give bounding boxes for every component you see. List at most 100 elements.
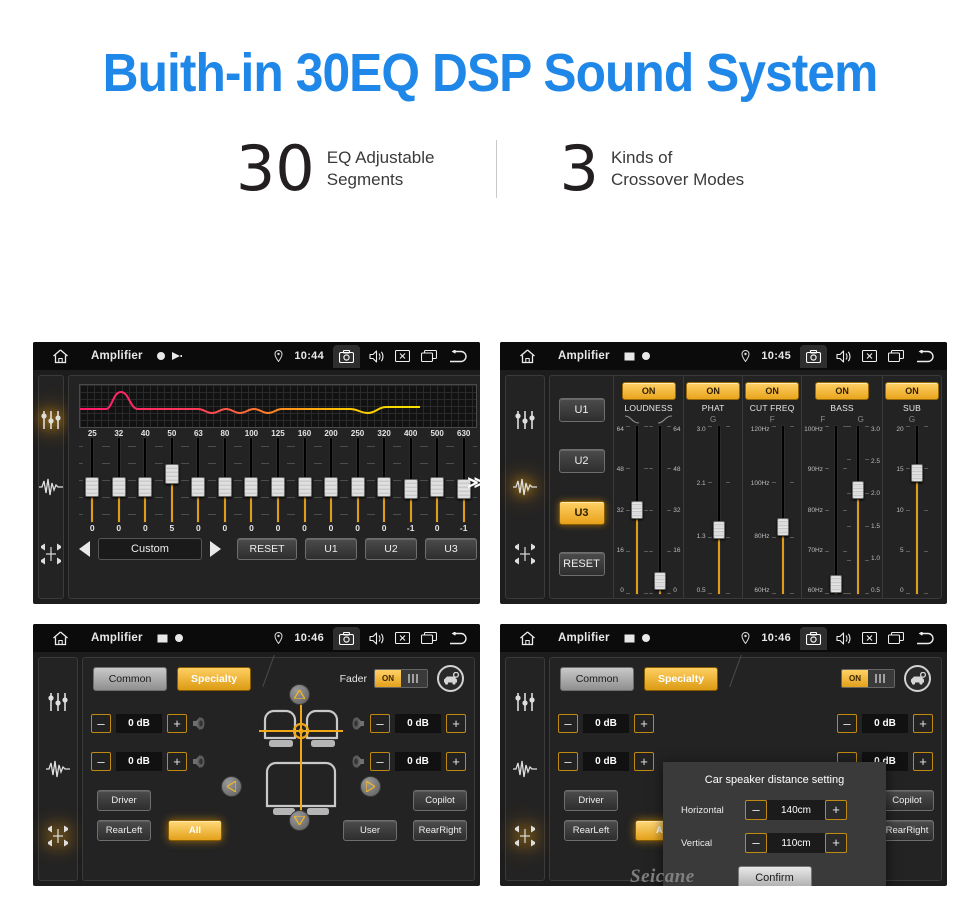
toggle-on-button[interactable]: ON [686,382,741,400]
preset-next-button[interactable] [210,541,221,557]
db-minus-button[interactable]: – [837,714,857,733]
home-icon[interactable] [43,631,77,646]
eq-band-slider[interactable] [423,438,451,522]
eq-band-slider[interactable] [132,438,159,522]
fader-toggle[interactable]: ON [374,669,428,688]
toggle-on-button[interactable]: ON [745,382,800,400]
home-icon[interactable] [43,349,77,364]
crossover-slider[interactable]: 120Hz 100Hz 80Hz 60Hz [751,426,794,594]
eq-knob[interactable] [350,476,365,497]
vertical-plus-button[interactable]: + [825,833,847,853]
confirm-button[interactable]: Confirm [737,866,812,886]
seat-button-driver[interactable]: Driver [564,790,618,811]
camera-icon[interactable] [800,344,827,368]
camera-icon[interactable] [800,626,827,650]
home-icon[interactable] [510,631,544,646]
volume-icon[interactable] [836,631,851,645]
close-icon[interactable] [395,350,410,362]
balance-icon[interactable] [514,825,536,847]
eq-knob[interactable] [430,476,445,497]
slider-knob[interactable] [712,521,725,540]
preset-u3-button[interactable]: U3 [425,538,477,560]
eq-band-slider[interactable] [185,438,212,522]
eq-knob[interactable] [244,476,259,497]
horizontal-plus-button[interactable]: + [825,800,847,820]
eq-band-slider[interactable] [105,438,133,522]
balance-icon[interactable] [40,543,62,565]
waveform-icon[interactable] [513,760,537,778]
toggle-on-button[interactable]: ON [815,382,870,400]
seat-button-copilot[interactable]: Copilot [880,790,934,811]
volume-icon[interactable] [369,631,384,645]
seat-button-driver[interactable]: Driver [97,790,151,811]
vertical-minus-button[interactable]: – [745,833,767,853]
slider-knob[interactable] [829,574,842,593]
db-plus-button[interactable]: + [913,714,933,733]
nudge-right-button[interactable] [360,776,381,797]
db-plus-button[interactable]: + [913,752,933,771]
preset-name[interactable]: Custom [98,538,202,560]
eq-sliders-icon[interactable] [40,409,62,431]
eq-sliders-icon[interactable] [47,691,69,713]
close-icon[interactable] [862,632,877,644]
camera-icon[interactable] [333,344,360,368]
toggle-on-button[interactable]: ON [621,382,676,400]
seat-button-rearright[interactable]: RearRight [880,820,934,841]
eq-knob[interactable] [138,476,153,497]
car-speaker-settings-icon[interactable] [437,665,464,692]
eq-knob[interactable] [270,476,285,497]
seat-button-copilot[interactable]: Copilot [413,790,467,811]
tab-common[interactable]: Common [93,666,167,691]
eq-knob[interactable] [297,476,312,497]
eq-band-slider[interactable] [158,438,186,522]
seat-button-all[interactable]: All [168,820,222,841]
eq-band-slider[interactable] [238,438,265,522]
slider-knob[interactable] [776,517,789,536]
reset-button[interactable]: RESET [237,538,297,560]
crossover-slider[interactable]: 20 15 10 5 0 [896,426,928,594]
balance-icon[interactable] [514,543,536,565]
eq-knob[interactable] [85,476,100,497]
volume-icon[interactable] [369,349,384,363]
recents-icon[interactable] [421,632,437,644]
eq-band-slider[interactable] [317,438,345,522]
nudge-up-button[interactable] [289,684,310,705]
toggle-on-button[interactable]: ON [885,382,939,400]
seat-button-rearright[interactable]: RearRight [413,820,467,841]
recents-icon[interactable] [421,350,437,362]
tab-specialty[interactable]: Specialty [644,666,718,691]
home-icon[interactable] [510,349,544,364]
volume-icon[interactable] [836,349,851,363]
balance-icon[interactable] [47,825,69,847]
preset-u1-button[interactable]: U1 [305,538,357,560]
nudge-left-button[interactable] [221,776,242,797]
preset-u1-button[interactable]: U1 [558,397,605,422]
recents-icon[interactable] [888,632,904,644]
seat-button-rearleft[interactable]: RearLeft [97,820,151,841]
db-plus-button[interactable]: + [167,752,187,771]
db-plus-button[interactable]: + [634,714,654,733]
preset-u2-button[interactable]: U2 [365,538,417,560]
seat-button-rearleft[interactable]: RearLeft [564,820,618,841]
preset-prev-button[interactable] [79,541,90,557]
db-plus-button[interactable]: + [446,752,466,771]
db-plus-button[interactable]: + [634,752,654,771]
tab-common[interactable]: Common [560,666,634,691]
seat-button-user[interactable]: User [343,820,397,841]
preset-u2-button[interactable]: U2 [558,449,605,474]
eq-knob[interactable] [191,476,206,497]
db-plus-button[interactable]: + [446,714,466,733]
eq-band-slider[interactable] [370,438,398,522]
eq-knob[interactable] [324,476,339,497]
nudge-down-button[interactable] [289,810,310,831]
db-minus-button[interactable]: – [370,752,390,771]
close-icon[interactable] [395,632,410,644]
db-plus-button[interactable]: + [167,714,187,733]
horizontal-minus-button[interactable]: – [745,800,767,820]
back-icon[interactable] [448,631,470,645]
crossover-slider[interactable]: 64 48 32 16 0 [649,426,680,594]
slider-knob[interactable] [910,464,923,483]
eq-knob[interactable] [164,464,179,485]
eq-sliders-icon[interactable] [514,691,536,713]
eq-band-slider[interactable] [211,438,239,522]
